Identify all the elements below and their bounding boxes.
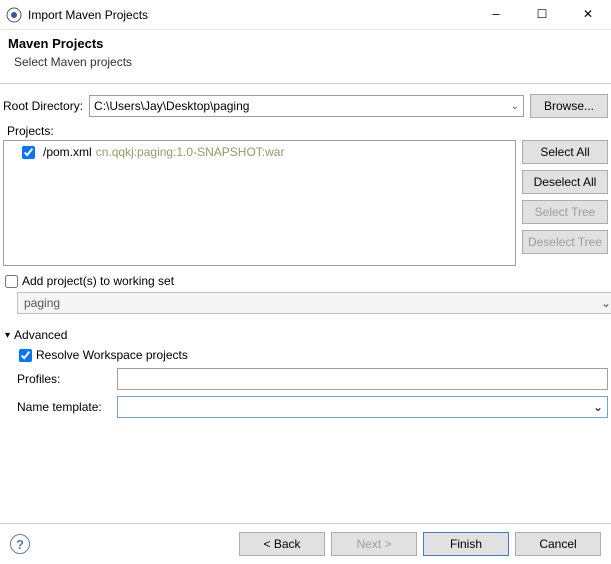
window-title: Import Maven Projects: [28, 8, 473, 22]
working-set-label: Add project(s) to working set: [22, 274, 174, 288]
title-bar: Import Maven Projects ─ ☐ ✕: [0, 0, 611, 30]
select-all-button[interactable]: Select All: [522, 140, 608, 164]
next-button[interactable]: Next >: [331, 532, 417, 556]
resolve-workspace-label: Resolve Workspace projects: [36, 348, 188, 362]
resolve-workspace-checkbox[interactable]: [19, 349, 32, 362]
minimize-button[interactable]: ─: [473, 0, 519, 30]
project-coordinates: cn.qqkj:paging:1.0-SNAPSHOT:war: [96, 145, 285, 159]
chevron-down-icon: ⌄: [593, 400, 603, 414]
root-directory-value: C:\Users\Jay\Desktop\paging: [94, 99, 249, 113]
close-button[interactable]: ✕: [565, 0, 611, 30]
maximize-button[interactable]: ☐: [519, 0, 565, 30]
name-template-combo[interactable]: ⌄: [117, 396, 608, 418]
help-icon[interactable]: ?: [10, 534, 30, 554]
app-icon: [6, 7, 22, 23]
profiles-input[interactable]: [117, 368, 608, 390]
back-button[interactable]: < Back: [239, 532, 325, 556]
wizard-header: Maven Projects Select Maven projects: [0, 30, 611, 83]
deselect-all-button[interactable]: Deselect All: [522, 170, 608, 194]
page-title: Maven Projects: [8, 36, 603, 51]
wizard-footer: ? < Back Next > Finish Cancel: [0, 523, 611, 564]
finish-button[interactable]: Finish: [423, 532, 509, 556]
page-subtitle: Select Maven projects: [14, 55, 603, 69]
project-path: /pom.xml: [43, 145, 92, 159]
tree-item[interactable]: /pom.xml cn.qqkj:paging:1.0-SNAPSHOT:war: [10, 145, 509, 159]
profiles-label: Profiles:: [17, 372, 117, 386]
chevron-down-icon: ⌄: [511, 101, 519, 112]
name-template-label: Name template:: [17, 400, 117, 414]
root-directory-input[interactable]: C:\Users\Jay\Desktop\paging ⌄: [89, 95, 524, 117]
deselect-tree-button[interactable]: Deselect Tree: [522, 230, 608, 254]
advanced-label: Advanced: [14, 328, 67, 342]
project-checkbox[interactable]: [22, 146, 35, 159]
projects-tree[interactable]: /pom.xml cn.qqkj:paging:1.0-SNAPSHOT:war: [3, 140, 516, 266]
select-tree-button[interactable]: Select Tree: [522, 200, 608, 224]
working-set-checkbox[interactable]: [5, 275, 18, 288]
chevron-down-icon: ⌄: [601, 296, 611, 310]
projects-label: Projects:: [7, 124, 608, 138]
cancel-button[interactable]: Cancel: [515, 532, 601, 556]
browse-button[interactable]: Browse...: [530, 94, 608, 118]
advanced-toggle[interactable]: ▾ Advanced: [5, 328, 608, 342]
working-set-select[interactable]: paging ⌄: [17, 292, 611, 314]
triangle-down-icon: ▾: [5, 330, 10, 341]
working-set-value: paging: [24, 296, 60, 310]
window-controls: ─ ☐ ✕: [473, 0, 611, 30]
root-directory-label: Root Directory:: [3, 99, 83, 113]
